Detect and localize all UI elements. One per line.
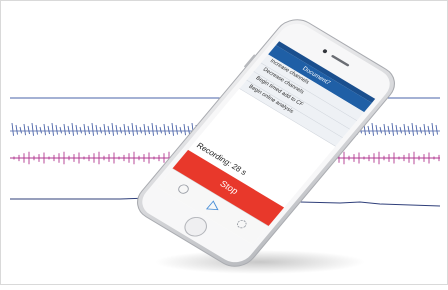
scene: Document7 Increase channels Decrease cha… — [0, 0, 448, 285]
phone — [137, 19, 395, 267]
scene-art — [10, 19, 441, 274]
phone-shadow — [155, 250, 365, 274]
